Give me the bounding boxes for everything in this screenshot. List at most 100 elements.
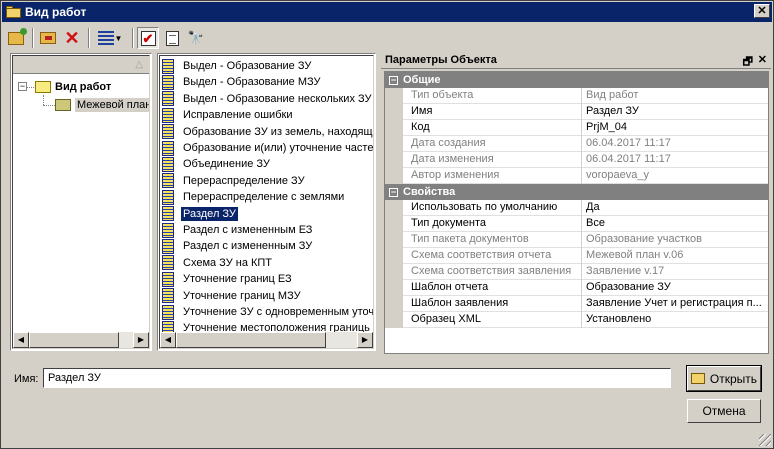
list-item[interactable]: Схема ЗУ на КПТ (162, 255, 373, 271)
property-row[interactable]: Тип объекта Вид работ (385, 88, 768, 104)
add-button[interactable] (5, 27, 27, 49)
scroll-track[interactable] (29, 332, 133, 348)
property-value[interactable]: Раздел ЗУ (586, 105, 766, 117)
tree-node-root[interactable]: Вид работ (35, 79, 111, 95)
list-item[interactable]: Выдел - Образование МЗУ (162, 74, 373, 90)
list-item-label: Исправление ошибки (183, 109, 293, 122)
list-item[interactable]: Образование и(или) уточнение часте (162, 140, 373, 156)
property-name: Код (411, 121, 430, 133)
list-item[interactable]: Объединение ЗУ (162, 156, 373, 172)
property-value[interactable]: PrjM_04 (586, 121, 766, 133)
row-gutter (385, 168, 403, 184)
tree-horizontal-scrollbar[interactable]: ◀ ▶ (13, 332, 149, 348)
property-value[interactable]: Да (586, 201, 766, 213)
property-row[interactable]: Образец XML Установлено (385, 312, 768, 328)
scroll-thumb[interactable] (176, 332, 326, 348)
tree-node-label: Вид работ (55, 81, 112, 93)
property-value[interactable]: Установлено (586, 313, 766, 325)
list-item[interactable]: Выдел - Образование нескольких ЗУ (162, 91, 373, 107)
property-row[interactable]: Код PrjM_04 (385, 120, 768, 136)
work-type-tree[interactable]: △ − Вид работ Межевой план ◀ ▶ (10, 53, 152, 351)
property-row[interactable]: Дата создания 06.04.2017 11:17 (385, 136, 768, 152)
property-row[interactable]: Схема соответствия заявления Заявление v.… (385, 264, 768, 280)
list-item[interactable]: Раздел с измененным ЕЗ (162, 222, 373, 238)
collapse-icon[interactable]: − (389, 75, 398, 85)
scroll-track[interactable] (176, 332, 357, 348)
list-item[interactable]: Выдел - Образование ЗУ (162, 58, 373, 74)
property-name: Образец XML (411, 313, 481, 325)
document-type-icon (162, 91, 174, 107)
folder-open-icon (6, 5, 22, 19)
close-panel-icon[interactable]: ✕ (758, 53, 767, 66)
property-row[interactable]: Использовать по умолчанию Да (385, 200, 768, 216)
list-item[interactable]: Исправление ошибки (162, 107, 373, 123)
property-row[interactable]: Тип пакета документов Образование участко… (385, 232, 768, 248)
column-divider (581, 200, 582, 216)
list-item[interactable]: Перераспределение ЗУ (162, 173, 373, 189)
work-type-list[interactable]: Выдел - Образование ЗУ Выдел - Образовани… (157, 53, 376, 351)
property-value[interactable]: Все (586, 217, 766, 229)
close-button[interactable]: ✕ (754, 4, 770, 18)
property-row[interactable]: Дата изменения 06.04.2017 11:17 (385, 152, 768, 168)
delete-button[interactable]: ✕ (61, 27, 83, 49)
row-gutter (385, 136, 403, 152)
list-item[interactable]: Раздел ЗУ (162, 206, 373, 222)
title-bar[interactable]: Вид работ ✕ (2, 2, 772, 22)
property-value[interactable]: Заявление Учет и регистрация п... (586, 297, 766, 309)
row-gutter (385, 264, 403, 280)
list-item[interactable]: Уточнение границ ЕЗ (162, 271, 373, 287)
property-category[interactable]: − Свойства (385, 184, 768, 200)
property-value[interactable]: Образование ЗУ (586, 281, 766, 293)
property-value: Вид работ (586, 89, 639, 101)
open-button[interactable]: Открыть (686, 365, 762, 392)
view-mode-dropdown[interactable]: ▼ (93, 27, 127, 49)
edit-button[interactable] (37, 27, 59, 49)
property-name: Дата изменения (411, 153, 494, 165)
dropdown-arrow-icon: ▼ (114, 33, 123, 43)
tree-header[interactable]: △ (13, 56, 149, 74)
scroll-thumb[interactable] (29, 332, 119, 348)
scroll-left-icon[interactable]: ◀ (13, 332, 29, 348)
name-input[interactable] (43, 368, 671, 388)
list-item-label: Перераспределение ЗУ (183, 174, 305, 187)
list-item[interactable]: Уточнение границ МЗУ (162, 288, 373, 304)
restore-icon[interactable]: 🗗 (743, 53, 753, 72)
property-row[interactable]: Шаблон отчета Образование ЗУ (385, 280, 768, 296)
tree-line (43, 95, 44, 105)
property-row[interactable]: Автор изменения voropaeva_y (385, 168, 768, 184)
cancel-button[interactable]: Отмена (687, 399, 761, 423)
property-row[interactable]: Шаблон заявления Заявление Учет и регистр… (385, 296, 768, 312)
find-button[interactable]: 🔭 (185, 27, 207, 49)
dialog-window: Вид работ ✕ ✕ ▼ ✔ 🔭 △ − Вид работ Межево… (0, 0, 774, 449)
delete-icon: ✕ (64, 28, 80, 48)
list-item[interactable]: Образование ЗУ из земель, находящ (162, 124, 373, 140)
toolbar: ✕ ▼ ✔ 🔭 (5, 25, 209, 51)
expand-collapse-icon[interactable]: − (18, 82, 27, 91)
tree-node-child[interactable]: Межевой план (55, 97, 149, 113)
tree-line (26, 87, 34, 88)
property-row[interactable]: Тип документа Все (385, 216, 768, 232)
check-toggle-button[interactable]: ✔ (137, 27, 159, 49)
property-name: Дата создания (411, 137, 486, 149)
collapse-icon[interactable]: − (389, 187, 398, 197)
properties-button[interactable] (161, 27, 183, 49)
list-item[interactable]: Уточнение ЗУ с одновременным уточ (162, 304, 373, 320)
property-category[interactable]: − Общие (385, 72, 768, 88)
property-row[interactable]: Имя Раздел ЗУ (385, 104, 768, 120)
row-gutter (385, 152, 403, 168)
properties-header: Параметры Объекта 🗗 ✕ (381, 51, 771, 69)
scroll-right-icon[interactable]: ▶ (357, 332, 373, 348)
scroll-left-icon[interactable]: ◀ (160, 332, 176, 348)
column-divider (581, 168, 582, 184)
resize-grip[interactable] (759, 434, 771, 446)
column-divider (581, 104, 582, 120)
scroll-right-icon[interactable]: ▶ (133, 332, 149, 348)
list-item[interactable]: Перераспределение с землями (162, 189, 373, 205)
list-view-icon (97, 31, 114, 45)
list-horizontal-scrollbar[interactable]: ◀ ▶ (160, 332, 373, 348)
checkmark-icon: ✔ (140, 30, 156, 46)
list-item[interactable]: Раздел с измененным ЗУ (162, 238, 373, 254)
toolbar-separator (132, 28, 134, 48)
property-row[interactable]: Схема соответствия отчета Межевой план v.… (385, 248, 768, 264)
property-name: Шаблон отчета (411, 281, 489, 293)
